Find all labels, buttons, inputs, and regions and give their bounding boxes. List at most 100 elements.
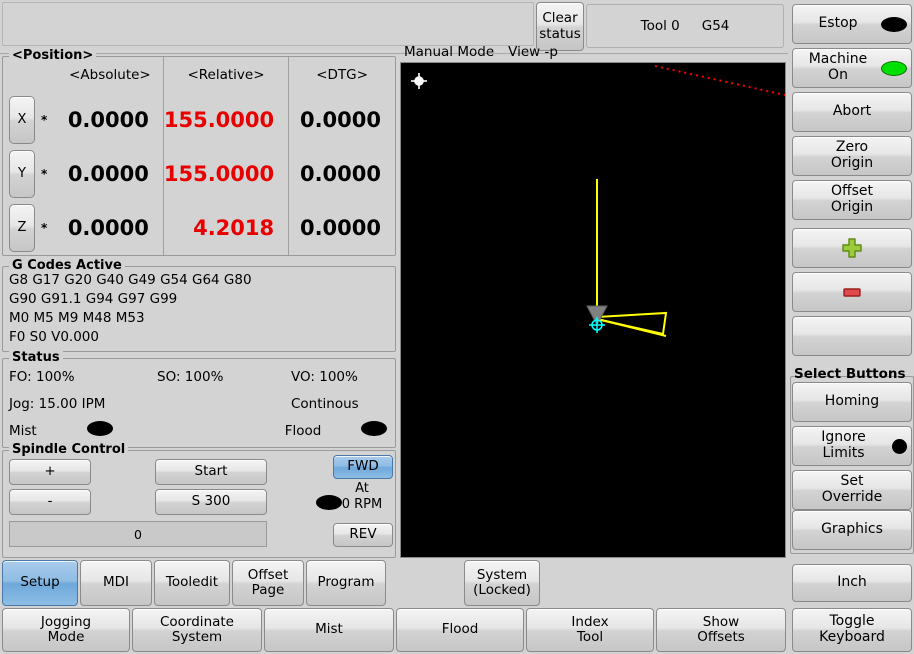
axis-cell-z: Z * xyxy=(3,201,57,255)
sidebar-button-graphics[interactable]: Graphics xyxy=(792,510,912,550)
tab-mdi[interactable]: MDI xyxy=(80,560,152,606)
machine-on-led xyxy=(881,60,907,76)
gcode-line: F0 S0 V0.000 xyxy=(9,329,99,346)
ignore-limits-led xyxy=(892,438,907,454)
sidebar-button-zero-origin[interactable]: Zero Origin xyxy=(792,136,912,176)
minus-icon xyxy=(843,288,861,297)
plus-icon xyxy=(842,238,862,258)
graphics-status-line: Manual Mode View -p xyxy=(404,44,558,62)
position-relative-y: 155.0000 xyxy=(163,162,275,186)
gcode-line: G8 G17 G20 G40 G49 G54 G64 G80 xyxy=(9,272,252,288)
toolpath-lines xyxy=(596,179,668,337)
button-show-offsets[interactable]: Show Offsets xyxy=(656,608,786,652)
sidebar-button-homing[interactable]: Homing xyxy=(792,382,912,422)
mouse-crosshair-icon xyxy=(411,73,427,89)
button-flood[interactable]: Flood xyxy=(396,608,524,652)
sidebar-button-units[interactable]: Inch xyxy=(792,564,912,602)
position-dtg-x: 0.0000 xyxy=(299,108,381,132)
spindle-speed-bar: 0 xyxy=(9,521,267,547)
spindle-start-button[interactable]: Start xyxy=(155,459,267,485)
tool-number-label: Tool 0 xyxy=(640,18,680,34)
spindle-rpm-value: 0 RPM xyxy=(341,497,383,513)
sidebar-button-machine-on[interactable]: Machine On xyxy=(792,48,912,88)
sidebar-button-increment-minus[interactable] xyxy=(792,272,912,312)
column-header-absolute: <Absolute> xyxy=(69,67,151,83)
status-frame: Status FO: 100% SO: 100% VO: 100% Jog: 1… xyxy=(2,350,396,448)
right-sidebar: Estop Machine On Abort Zero Origin Offse… xyxy=(790,0,914,654)
position-dtg-y: 0.0000 xyxy=(299,162,381,186)
status-body: FO: 100% SO: 100% VO: 100% Jog: 15.00 IP… xyxy=(3,359,395,447)
sidebar-button-toggle-keyboard[interactable]: Toggle Keyboard xyxy=(792,608,912,652)
axis-select-button-x[interactable]: X xyxy=(9,96,35,144)
button-jogging-mode[interactable]: Jogging Mode xyxy=(2,608,130,652)
status-row-coolant: Mist Flood xyxy=(9,417,387,444)
flood-label: Flood xyxy=(284,422,322,439)
position-dtg-z: 0.0000 xyxy=(299,216,381,240)
axis-cell-x: X * xyxy=(3,93,57,147)
tab-tooledit[interactable]: Tooledit xyxy=(154,560,230,606)
velocity-override-value: VO: 100% xyxy=(291,368,358,385)
position-relative-x: 155.0000 xyxy=(163,108,275,132)
flood-led xyxy=(361,421,387,436)
spindle-control-frame: Spindle Control + - Start S 300 0 FWD At… xyxy=(2,442,396,558)
status-row-jog: Jog: 15.00 IPM Continous xyxy=(9,390,387,417)
select-buttons-label: Select Buttons xyxy=(794,366,906,382)
spindle-speed-button[interactable]: S 300 xyxy=(155,489,267,515)
action-button-row: Jogging Mode Coordinate System Mist Floo… xyxy=(2,608,788,652)
machine-mode-label: Manual Mode xyxy=(404,44,495,60)
message-area xyxy=(2,2,534,46)
spindle-at-label: At xyxy=(355,481,369,496)
toolpath-canvas[interactable] xyxy=(400,62,786,558)
machine-on-label: Machine On xyxy=(808,51,868,83)
spindle-increase-button[interactable]: + xyxy=(9,459,91,485)
spindle-at-speed-readout: At 0 RPM xyxy=(329,481,395,514)
button-index-tool[interactable]: Index Tool xyxy=(526,608,654,652)
toolpath-svg xyxy=(411,65,785,337)
column-header-relative: <Relative> xyxy=(187,67,265,83)
tab-system-locked[interactable]: System (Locked) xyxy=(464,560,540,606)
axis-homed-mark-z: * xyxy=(41,221,48,235)
column-header-dtg: <DTG> xyxy=(316,67,368,83)
gcode-line: M0 M5 M9 M48 M53 xyxy=(9,310,145,327)
axis-select-button-y[interactable]: Y xyxy=(9,150,35,198)
tab-offset-page[interactable]: Offset Page xyxy=(232,560,304,606)
mist-led xyxy=(87,421,114,436)
cnc-control-window: Clear status Tool 0 G54 <Position> <Abso… xyxy=(0,0,914,654)
graphics-view-label: View -p xyxy=(508,44,558,60)
mode-tab-row: Setup MDI Tooledit Offset Page Program S… xyxy=(2,560,788,606)
sidebar-button-offset-origin[interactable]: Offset Origin xyxy=(792,180,912,220)
feed-override-value: FO: 100% xyxy=(9,368,75,385)
jog-rate-value: Jog: 15.00 IPM xyxy=(9,395,106,412)
position-absolute-x: 0.0000 xyxy=(67,108,149,132)
tab-setup[interactable]: Setup xyxy=(2,560,78,606)
sidebar-button-ignore-limits[interactable]: Ignore Limits xyxy=(792,426,912,466)
graphics-panel: Manual Mode View -p xyxy=(400,44,786,558)
button-mist[interactable]: Mist xyxy=(264,608,394,652)
spindle-override-value: SO: 100% xyxy=(157,368,224,385)
sidebar-button-increment-plus[interactable] xyxy=(792,228,912,268)
position-frame: <Position> <Absolute> <Relative> <DTG> X… xyxy=(2,48,396,256)
spindle-decrease-button[interactable]: - xyxy=(9,489,91,515)
axis-select-button-z[interactable]: Z xyxy=(9,204,35,252)
position-absolute-y: 0.0000 xyxy=(67,162,149,186)
tool-info-display: Tool 0 G54 xyxy=(586,4,784,48)
sidebar-button-set-override[interactable]: Set Override xyxy=(792,470,912,510)
ignore-limits-label: Ignore Limits xyxy=(821,429,866,461)
gcodes-frame: G Codes Active G8 G17 G20 G40 G49 G54 G6… xyxy=(2,258,396,352)
mist-led-cell xyxy=(87,421,285,440)
spindle-frame-title: Spindle Control xyxy=(9,442,129,457)
status-row-overrides: FO: 100% SO: 100% VO: 100% xyxy=(9,363,387,390)
gcode-line: G90 G91.1 G94 G97 G99 xyxy=(9,291,178,308)
axis-homed-mark-x: * xyxy=(41,113,48,127)
axis-cell-y: Y * xyxy=(3,147,57,201)
sidebar-button-blank[interactable] xyxy=(792,316,912,356)
position-relative-z: 4.2018 xyxy=(193,216,275,240)
spindle-forward-button[interactable]: FWD xyxy=(333,455,393,479)
estop-label: Estop xyxy=(818,15,858,32)
sidebar-button-abort[interactable]: Abort xyxy=(792,92,912,132)
flood-led-cell xyxy=(361,421,387,440)
sidebar-button-estop[interactable]: Estop xyxy=(792,4,912,44)
spindle-reverse-button[interactable]: REV xyxy=(333,523,393,547)
button-coordinate-system[interactable]: Coordinate System xyxy=(132,608,262,652)
tab-program[interactable]: Program xyxy=(306,560,386,606)
